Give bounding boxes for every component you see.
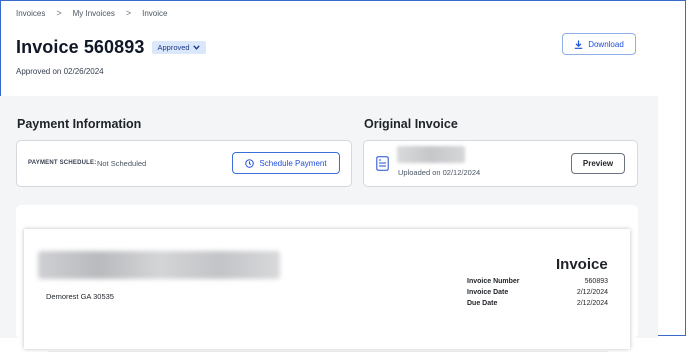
document-heading: Invoice <box>556 256 608 273</box>
meta-value: 2/12/2024 <box>576 300 608 307</box>
payment-section-title: Payment Information <box>17 117 142 131</box>
original-invoice-card: Uploaded on 02/12/2024 Preview <box>363 140 638 187</box>
meta-label: Invoice Date <box>467 289 509 296</box>
meta-label: Invoice Number <box>467 278 520 285</box>
chevron-down-icon <box>192 45 200 50</box>
redacted-company-name <box>38 251 280 279</box>
redacted-filename <box>397 146 465 163</box>
breadcrumb: Invoices > My Invoices > Invoice <box>16 8 167 18</box>
invoice-file-icon <box>376 156 389 171</box>
download-label: Download <box>588 39 624 49</box>
meta-row: Due Date 2/12/2024 <box>467 300 608 311</box>
company-address: Demorest GA 30535 <box>46 292 114 301</box>
payment-card: PAYMENT SCHEDULE: Not Scheduled Schedule… <box>16 140 352 187</box>
invoice-document: Demorest GA 30535 Invoice Invoice Number… <box>24 229 630 352</box>
status-badge[interactable]: Approved <box>151 41 206 54</box>
breadcrumb-separator: > <box>125 8 132 18</box>
meta-value: 2/12/2024 <box>576 289 608 296</box>
meta-label: Due Date <box>467 300 498 307</box>
clock-icon <box>245 158 255 168</box>
download-button[interactable]: Download <box>562 33 636 55</box>
breadcrumb-separator: > <box>56 8 62 18</box>
breadcrumb-invoices[interactable]: Invoices <box>16 9 45 18</box>
payment-schedule-label: PAYMENT SCHEDULE: <box>28 160 97 166</box>
invoice-document-container: Demorest GA 30535 Invoice Invoice Number… <box>16 205 638 352</box>
title-row: Invoice 560893 Approved <box>16 37 206 58</box>
schedule-payment-button[interactable]: Schedule Payment <box>232 152 340 174</box>
preview-button[interactable]: Preview <box>571 153 625 174</box>
uploaded-date: Uploaded on 02/12/2024 <box>398 168 481 177</box>
invoice-meta: Invoice Number 560893 Invoice Date 2/12/… <box>467 278 608 311</box>
meta-value: 560893 <box>584 278 608 285</box>
original-invoice-title: Original Invoice <box>364 117 458 131</box>
breadcrumb-my-invoices[interactable]: My Invoices <box>73 9 115 18</box>
breadcrumb-current: Invoice <box>142 8 168 18</box>
page-title: Invoice 560893 <box>16 37 145 57</box>
meta-row: Invoice Number 560893 <box>467 278 608 289</box>
download-icon <box>575 40 583 49</box>
payment-schedule-value: Not Scheduled <box>97 159 147 168</box>
status-label: Approved <box>157 43 190 52</box>
approved-date: Approved on 02/26/2024 <box>16 67 104 76</box>
schedule-payment-label: Schedule Payment <box>259 158 327 168</box>
meta-row: Invoice Date 2/12/2024 <box>467 289 608 300</box>
